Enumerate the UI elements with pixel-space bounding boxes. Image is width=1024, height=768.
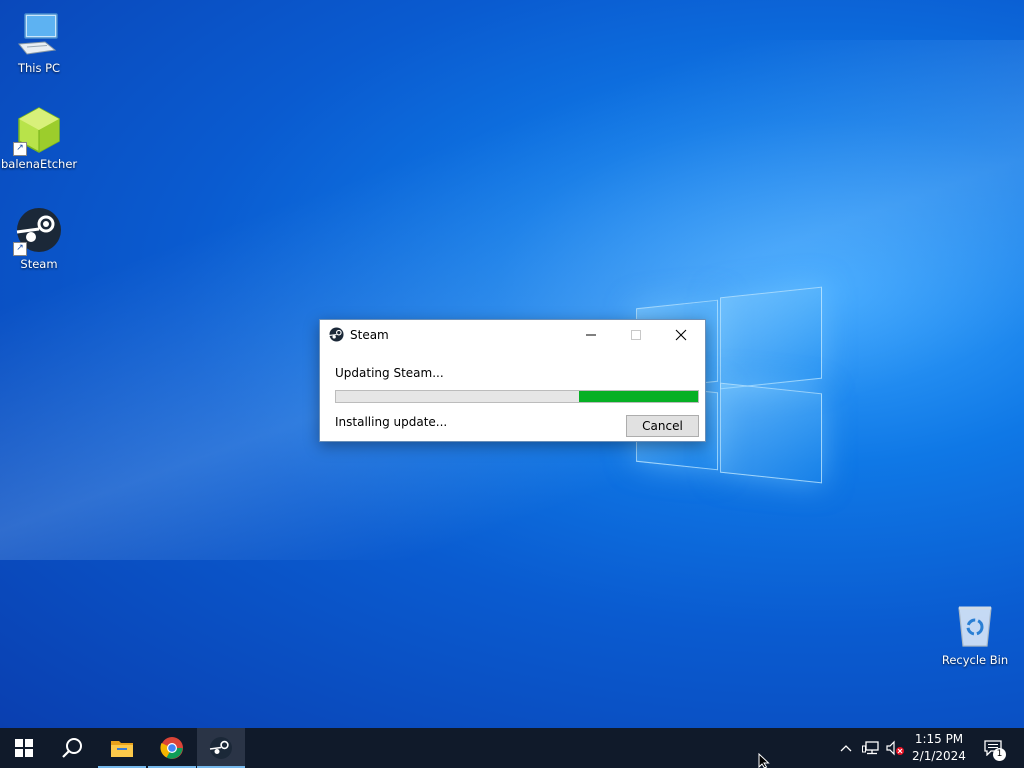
taskbar-chrome[interactable] [148,728,196,768]
minimize-button[interactable] [568,320,613,350]
desktop-icon-label: balenaEtcher [1,157,78,171]
minimize-icon [585,334,596,336]
desktop-icon-steam[interactable]: ↗ Steam [1,206,77,271]
dialog-titlebar[interactable]: Steam [320,320,705,350]
close-button[interactable] [658,320,703,350]
update-detail-text: Installing update... [335,415,448,429]
action-center-button[interactable] [978,728,1008,768]
maximize-icon [630,330,641,340]
chrome-icon [160,737,183,759]
steam-update-dialog: Steam Updating Steam... Installing updat… [319,319,706,442]
desktop-icon-label: This PC [17,61,61,75]
search-button[interactable] [48,728,96,768]
taskbar-clock[interactable]: 1:15 PM 2/1/2024 [904,731,974,765]
network-button[interactable] [860,728,882,768]
taskbar-steam[interactable] [197,728,245,768]
maximize-button [613,320,658,350]
show-hidden-icons-button[interactable] [836,728,856,768]
network-icon [862,741,879,755]
recycle-bin-icon [951,602,999,650]
desktop-icon-this-pc[interactable]: This PC [1,10,77,75]
clock-time: 1:15 PM [914,732,964,746]
file-explorer-icon [111,741,133,757]
steam-icon [329,327,344,342]
clock-date: 2/1/2024 [912,749,966,763]
progress-fill [578,391,698,402]
desktop-icon-recycle-bin[interactable]: Recycle Bin [937,602,1013,667]
update-progress-bar [335,390,699,403]
desktop-icon-balena-etcher[interactable]: ↗ balenaEtcher [1,106,77,171]
taskbar: 1:15 PM 2/1/2024 [0,728,1024,768]
update-status-text: Updating Steam... [335,366,444,380]
balena-etcher-icon: ↗ [13,106,63,156]
steam-icon: ↗ [13,206,63,256]
desktop-icon-label: Recycle Bin [941,653,1009,667]
shortcut-arrow-icon: ↗ [13,142,27,156]
dialog-title: Steam [350,328,389,342]
notification-count-badge: 1 [993,748,1006,761]
this-pc-icon [15,10,63,58]
start-button[interactable] [0,728,48,768]
close-icon [675,329,686,341]
taskbar-file-explorer[interactable] [98,728,146,768]
chevron-up-icon [840,745,852,752]
volume-muted-icon [886,740,904,756]
search-icon [62,738,82,758]
start-icon [15,739,33,757]
shortcut-arrow-icon: ↗ [13,242,27,256]
steam-icon [209,737,232,759]
cancel-button[interactable]: Cancel [626,415,699,437]
desktop-icon-label: Steam [20,257,58,271]
volume-button[interactable] [884,728,906,768]
mouse-cursor-icon [758,753,770,768]
